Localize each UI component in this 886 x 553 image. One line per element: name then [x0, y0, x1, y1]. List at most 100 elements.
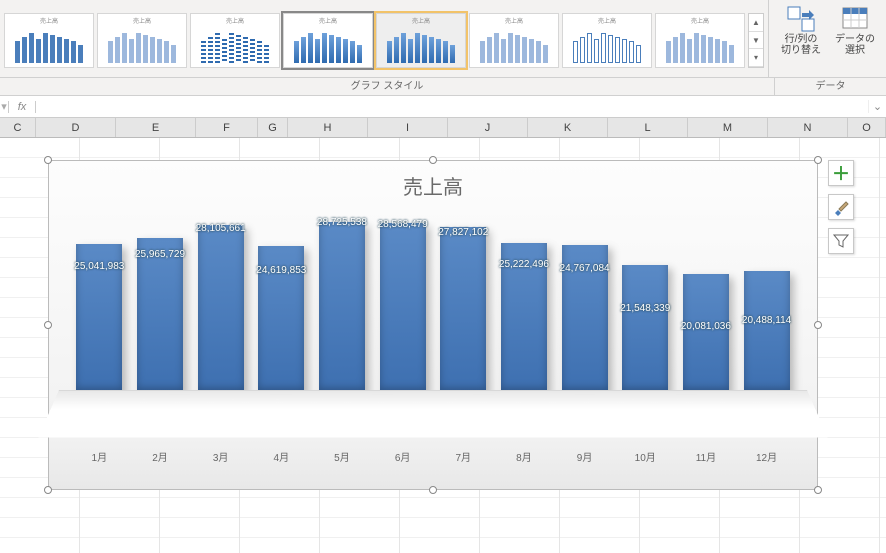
x-tick-label: 4月	[257, 449, 305, 464]
column-header[interactable]: J	[448, 118, 528, 137]
expand-gallery-icon[interactable]: ▾	[749, 49, 763, 67]
x-tick-label: 1月	[75, 449, 123, 464]
chart-plot-area[interactable]: 25,041,98325,965,72928,105,66124,619,853…	[69, 204, 797, 394]
switch-row-column-button[interactable]: 行/列の 切り替え	[777, 4, 825, 77]
resize-handle[interactable]	[814, 486, 822, 494]
column-header[interactable]: I	[368, 118, 448, 137]
data-group-label: データ	[774, 78, 886, 95]
chart-bar-fill	[744, 271, 790, 394]
column-header[interactable]: D	[36, 118, 116, 137]
chart-data-label: 28,105,661	[181, 223, 261, 234]
formula-bar: ▾ fx ⌄	[0, 96, 886, 118]
resize-handle[interactable]	[814, 321, 822, 329]
chart-bar[interactable]: 27,827,102	[439, 227, 487, 394]
formula-input[interactable]	[36, 96, 868, 117]
chart-data-label: 25,965,729	[120, 249, 200, 260]
chart-bar[interactable]: 24,619,853	[257, 246, 305, 394]
chart-bar-fill	[440, 227, 486, 394]
plus-icon: ＋	[832, 160, 850, 186]
chart-bar[interactable]: 24,767,084	[561, 245, 609, 394]
chart-data-label: 25,041,983	[59, 261, 139, 272]
column-header[interactable]: L	[608, 118, 688, 137]
x-tick-label: 5月	[318, 449, 366, 464]
chart-side-tools: ＋	[828, 160, 854, 254]
chart-data-label: 27,827,102	[423, 227, 503, 238]
x-tick-label: 9月	[561, 449, 609, 464]
chart-style-3[interactable]: 売上高	[190, 13, 280, 68]
chart-data-label: 24,767,084	[545, 263, 625, 274]
chevron-up-icon[interactable]: ▲	[749, 14, 763, 32]
chart-style-2[interactable]: 売上高	[97, 13, 187, 68]
chart-styles-more[interactable]: ▲ ▼ ▾	[748, 13, 764, 68]
chart-bar-fill	[198, 225, 244, 394]
column-header[interactable]: N	[768, 118, 848, 137]
resize-handle[interactable]	[44, 156, 52, 164]
chart-style-7[interactable]: 売上高	[562, 13, 652, 68]
chart-data-label: 24,619,853	[241, 265, 321, 276]
resize-handle[interactable]	[429, 486, 437, 494]
column-header[interactable]: K	[528, 118, 608, 137]
resize-handle[interactable]	[429, 156, 437, 164]
select-data-button[interactable]: データの 選択	[831, 4, 879, 77]
chart-bar-fill	[137, 238, 183, 394]
chart-title[interactable]: 売上高	[49, 161, 817, 204]
select-data-icon	[841, 6, 869, 32]
column-header[interactable]: F	[196, 118, 258, 137]
chart-floor	[38, 390, 828, 438]
column-header[interactable]: H	[288, 118, 368, 137]
select-data-label: データの 選択	[835, 34, 875, 56]
chart-styles-button[interactable]	[828, 194, 854, 220]
chart-bar[interactable]: 25,965,729	[136, 238, 184, 394]
chart-filter-button[interactable]	[828, 228, 854, 254]
resize-handle[interactable]	[814, 156, 822, 164]
chart-x-axis[interactable]: 1月2月3月4月5月6月7月8月9月10月11月12月	[69, 449, 797, 464]
resize-handle[interactable]	[44, 321, 52, 329]
chart-style-6[interactable]: 売上高	[469, 13, 559, 68]
x-tick-label: 11月	[682, 449, 730, 464]
formula-expand-icon[interactable]: ⌄	[868, 100, 886, 113]
column-header[interactable]: M	[688, 118, 768, 137]
x-tick-label: 6月	[379, 449, 427, 464]
brush-icon	[832, 198, 850, 216]
chart-bar[interactable]: 21,548,339	[621, 265, 669, 394]
worksheet-grid[interactable]: 売上高 25,041,98325,965,72928,105,66124,619…	[0, 138, 886, 553]
column-header[interactable]: O	[848, 118, 886, 137]
chart-add-element-button[interactable]: ＋	[828, 160, 854, 186]
chart-bar-fill	[683, 274, 729, 394]
chart-bar-fill	[319, 222, 365, 394]
fx-label[interactable]: fx	[8, 101, 36, 113]
switch-rowcol-label: 行/列の 切り替え	[781, 34, 821, 56]
column-header[interactable]: E	[116, 118, 196, 137]
column-headers: CDEFGHIJKLMNO	[0, 118, 886, 138]
chart-style-1[interactable]: 売上高	[4, 13, 94, 68]
column-header[interactable]: C	[0, 118, 36, 137]
x-tick-label: 8月	[500, 449, 548, 464]
chart-object[interactable]: 売上高 25,041,98325,965,72928,105,66124,619…	[48, 160, 818, 490]
switch-rowcol-icon	[787, 6, 815, 32]
x-tick-label: 12月	[743, 449, 791, 464]
column-header[interactable]: G	[258, 118, 288, 137]
chart-style-4[interactable]: 売上高	[283, 13, 373, 68]
x-tick-label: 7月	[439, 449, 487, 464]
chevron-down-icon[interactable]: ▼	[749, 32, 763, 50]
chart-styles-gallery: 売上高 売上高 売上高 売上高 売上高 売上高 売上高 売上高	[0, 0, 768, 77]
chart-style-8[interactable]: 売上高	[655, 13, 745, 68]
chart-bar[interactable]: 28,725,538	[318, 222, 366, 394]
chart-bar[interactable]: 20,081,036	[682, 274, 730, 394]
resize-handle[interactable]	[44, 486, 52, 494]
styles-group-label: グラフ スタイル	[0, 78, 774, 95]
chart-bar-fill	[622, 265, 668, 394]
chart-bar[interactable]: 25,222,496	[500, 243, 548, 394]
chart-bar[interactable]: 28,568,479	[379, 223, 427, 394]
chart-bar[interactable]: 20,488,114	[743, 271, 791, 394]
chart-data-label: 21,548,339	[605, 303, 685, 314]
x-tick-label: 2月	[136, 449, 184, 464]
ribbon-data-group: 行/列の 切り替え データの 選択	[768, 0, 886, 77]
x-tick-label: 10月	[621, 449, 669, 464]
ribbon-chart-design: 売上高 売上高 売上高 売上高 売上高 売上高 売上高 売上高	[0, 0, 886, 78]
namebox-dropdown-icon[interactable]: ▾	[0, 100, 8, 113]
chart-style-5[interactable]: 売上高	[376, 13, 466, 68]
chart-data-label: 20,488,114	[727, 315, 807, 326]
chart-bar[interactable]: 28,105,661	[197, 225, 245, 394]
chart-bar[interactable]: 25,041,983	[75, 244, 123, 394]
